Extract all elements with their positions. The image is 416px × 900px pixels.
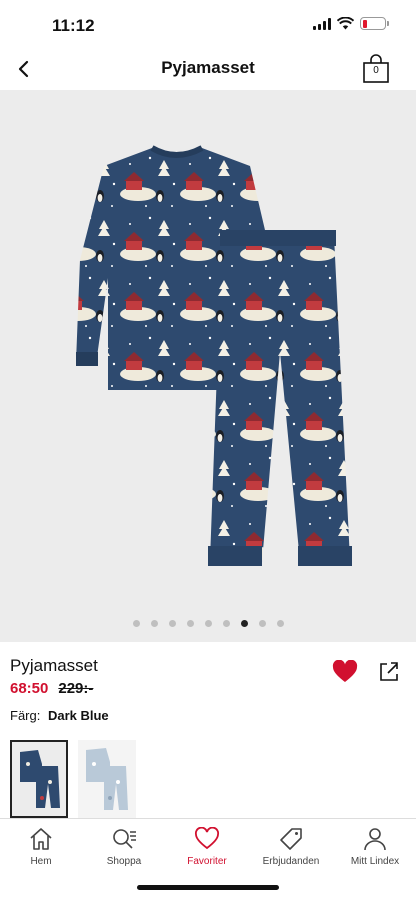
status-bar: 11:12 [0, 0, 416, 50]
pagination-dot[interactable] [150, 620, 158, 627]
nav-bar: Pyjamasset 0 [0, 50, 416, 88]
person-icon [364, 828, 386, 851]
search-list-icon [113, 829, 136, 849]
home-indicator [137, 885, 279, 890]
favorite-heart-icon[interactable] [332, 660, 358, 684]
tab-erbjudanden[interactable]: Erbjudanden [251, 827, 331, 867]
original-price: 229:- [58, 680, 94, 697]
signal-icon [313, 17, 331, 30]
battery-icon [360, 17, 389, 30]
page-title: Pyjamasset [161, 58, 255, 77]
tab-shoppa[interactable]: Shoppa [84, 827, 164, 867]
status-time: 11:12 [52, 16, 95, 35]
tab-mitt-lindex[interactable]: Mitt Lindex [335, 827, 415, 867]
swatch-image [78, 740, 136, 818]
heart-icon [195, 827, 219, 850]
share-icon[interactable] [378, 659, 400, 683]
pagination-dot[interactable] [222, 620, 230, 627]
swatch-light-blue[interactable] [78, 740, 136, 818]
product-info: Pyjamasset 68:50 229:- Färg: Dark Blue [10, 656, 406, 723]
shopping-bag-button[interactable]: 0 [362, 54, 390, 84]
pagination-dot[interactable] [186, 620, 194, 627]
pagination-dot[interactable] [276, 620, 284, 627]
pagination-dot[interactable] [132, 620, 140, 627]
sale-price: 68:50 [10, 680, 49, 697]
home-icon [30, 828, 52, 850]
color-swatches [10, 740, 136, 818]
tab-label: Hem [30, 856, 52, 867]
pagination-dot-active[interactable] [240, 620, 248, 627]
color-row: Färg: Dark Blue [10, 708, 406, 723]
tab-label: Favoriter [187, 856, 227, 867]
tab-label: Erbjudanden [262, 856, 320, 867]
product-image-gallery[interactable] [0, 90, 416, 642]
pagination-dot[interactable] [168, 620, 176, 627]
tab-label: Shoppa [106, 856, 142, 867]
pagination-dot[interactable] [258, 620, 266, 627]
tab-hem[interactable]: Hem [1, 827, 81, 867]
pagination-dot[interactable] [204, 620, 212, 627]
gallery-pagination [0, 620, 416, 627]
tab-favoriter[interactable]: Favoriter [167, 827, 247, 867]
swatch-dark-blue[interactable] [10, 740, 68, 818]
color-value: Dark Blue [47, 708, 109, 723]
status-icons [313, 17, 389, 30]
wifi-icon [337, 17, 354, 30]
bag-count-badge: 0 [373, 65, 379, 76]
tag-icon [280, 828, 302, 850]
color-label: Färg: [10, 708, 41, 723]
swatch-image [12, 742, 66, 816]
tab-label: Mitt Lindex [350, 856, 400, 867]
product-image [76, 145, 352, 566]
